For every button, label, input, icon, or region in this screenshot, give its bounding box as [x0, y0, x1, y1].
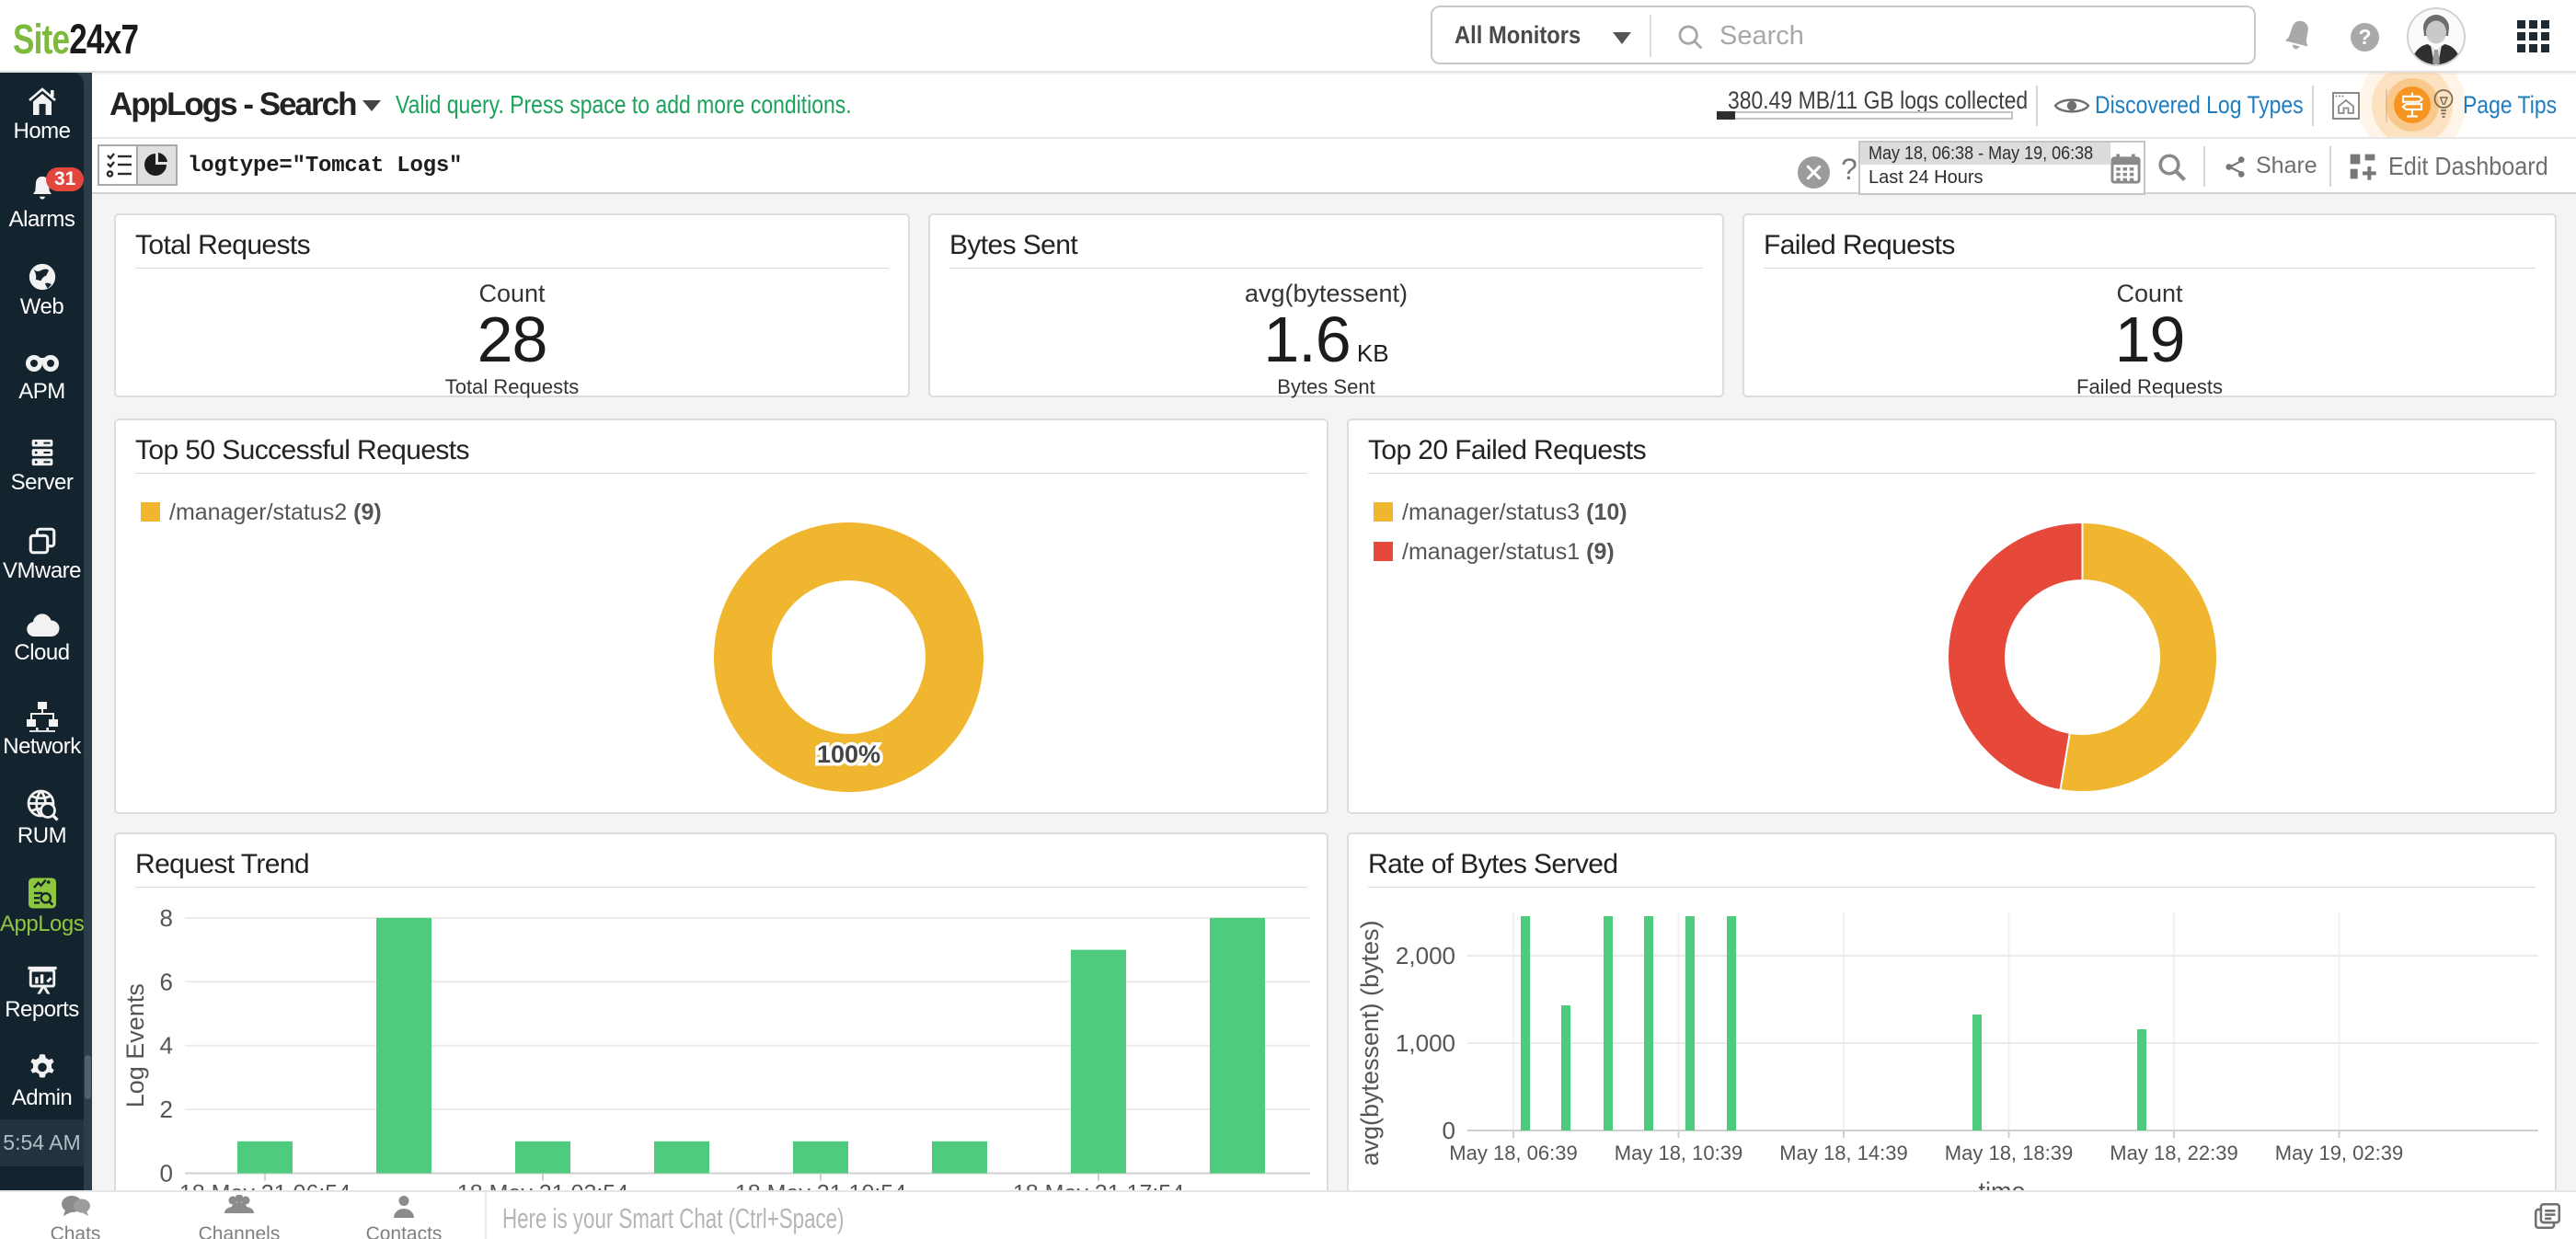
svg-text:8: 8: [160, 904, 173, 932]
svg-text:May 19, 02:39: May 19, 02:39: [2275, 1141, 2403, 1164]
svg-text:May 18, 18:39: May 18, 18:39: [1945, 1141, 2073, 1164]
svg-text:2,000: 2,000: [1396, 942, 1455, 969]
svg-text:4: 4: [160, 1032, 173, 1060]
svg-text:0: 0: [1443, 1117, 1455, 1144]
svg-text:2: 2: [160, 1096, 173, 1123]
svg-text:May 18, 06:39: May 18, 06:39: [1449, 1141, 1577, 1164]
svg-text:100%: 100%: [817, 740, 880, 768]
svg-text:May 18, 14:39: May 18, 14:39: [1779, 1141, 1907, 1164]
svg-text:avg(bytessent) (bytes): avg(bytessent) (bytes): [1356, 920, 1384, 1165]
svg-text:May 18, 10:39: May 18, 10:39: [1615, 1141, 1742, 1164]
svg-text:Log Events: Log Events: [121, 983, 149, 1107]
svg-text:0: 0: [160, 1160, 173, 1187]
svg-text:May 18, 22:39: May 18, 22:39: [2110, 1141, 2237, 1164]
svg-text:1,000: 1,000: [1396, 1029, 1455, 1057]
svg-text:6: 6: [160, 968, 173, 995]
